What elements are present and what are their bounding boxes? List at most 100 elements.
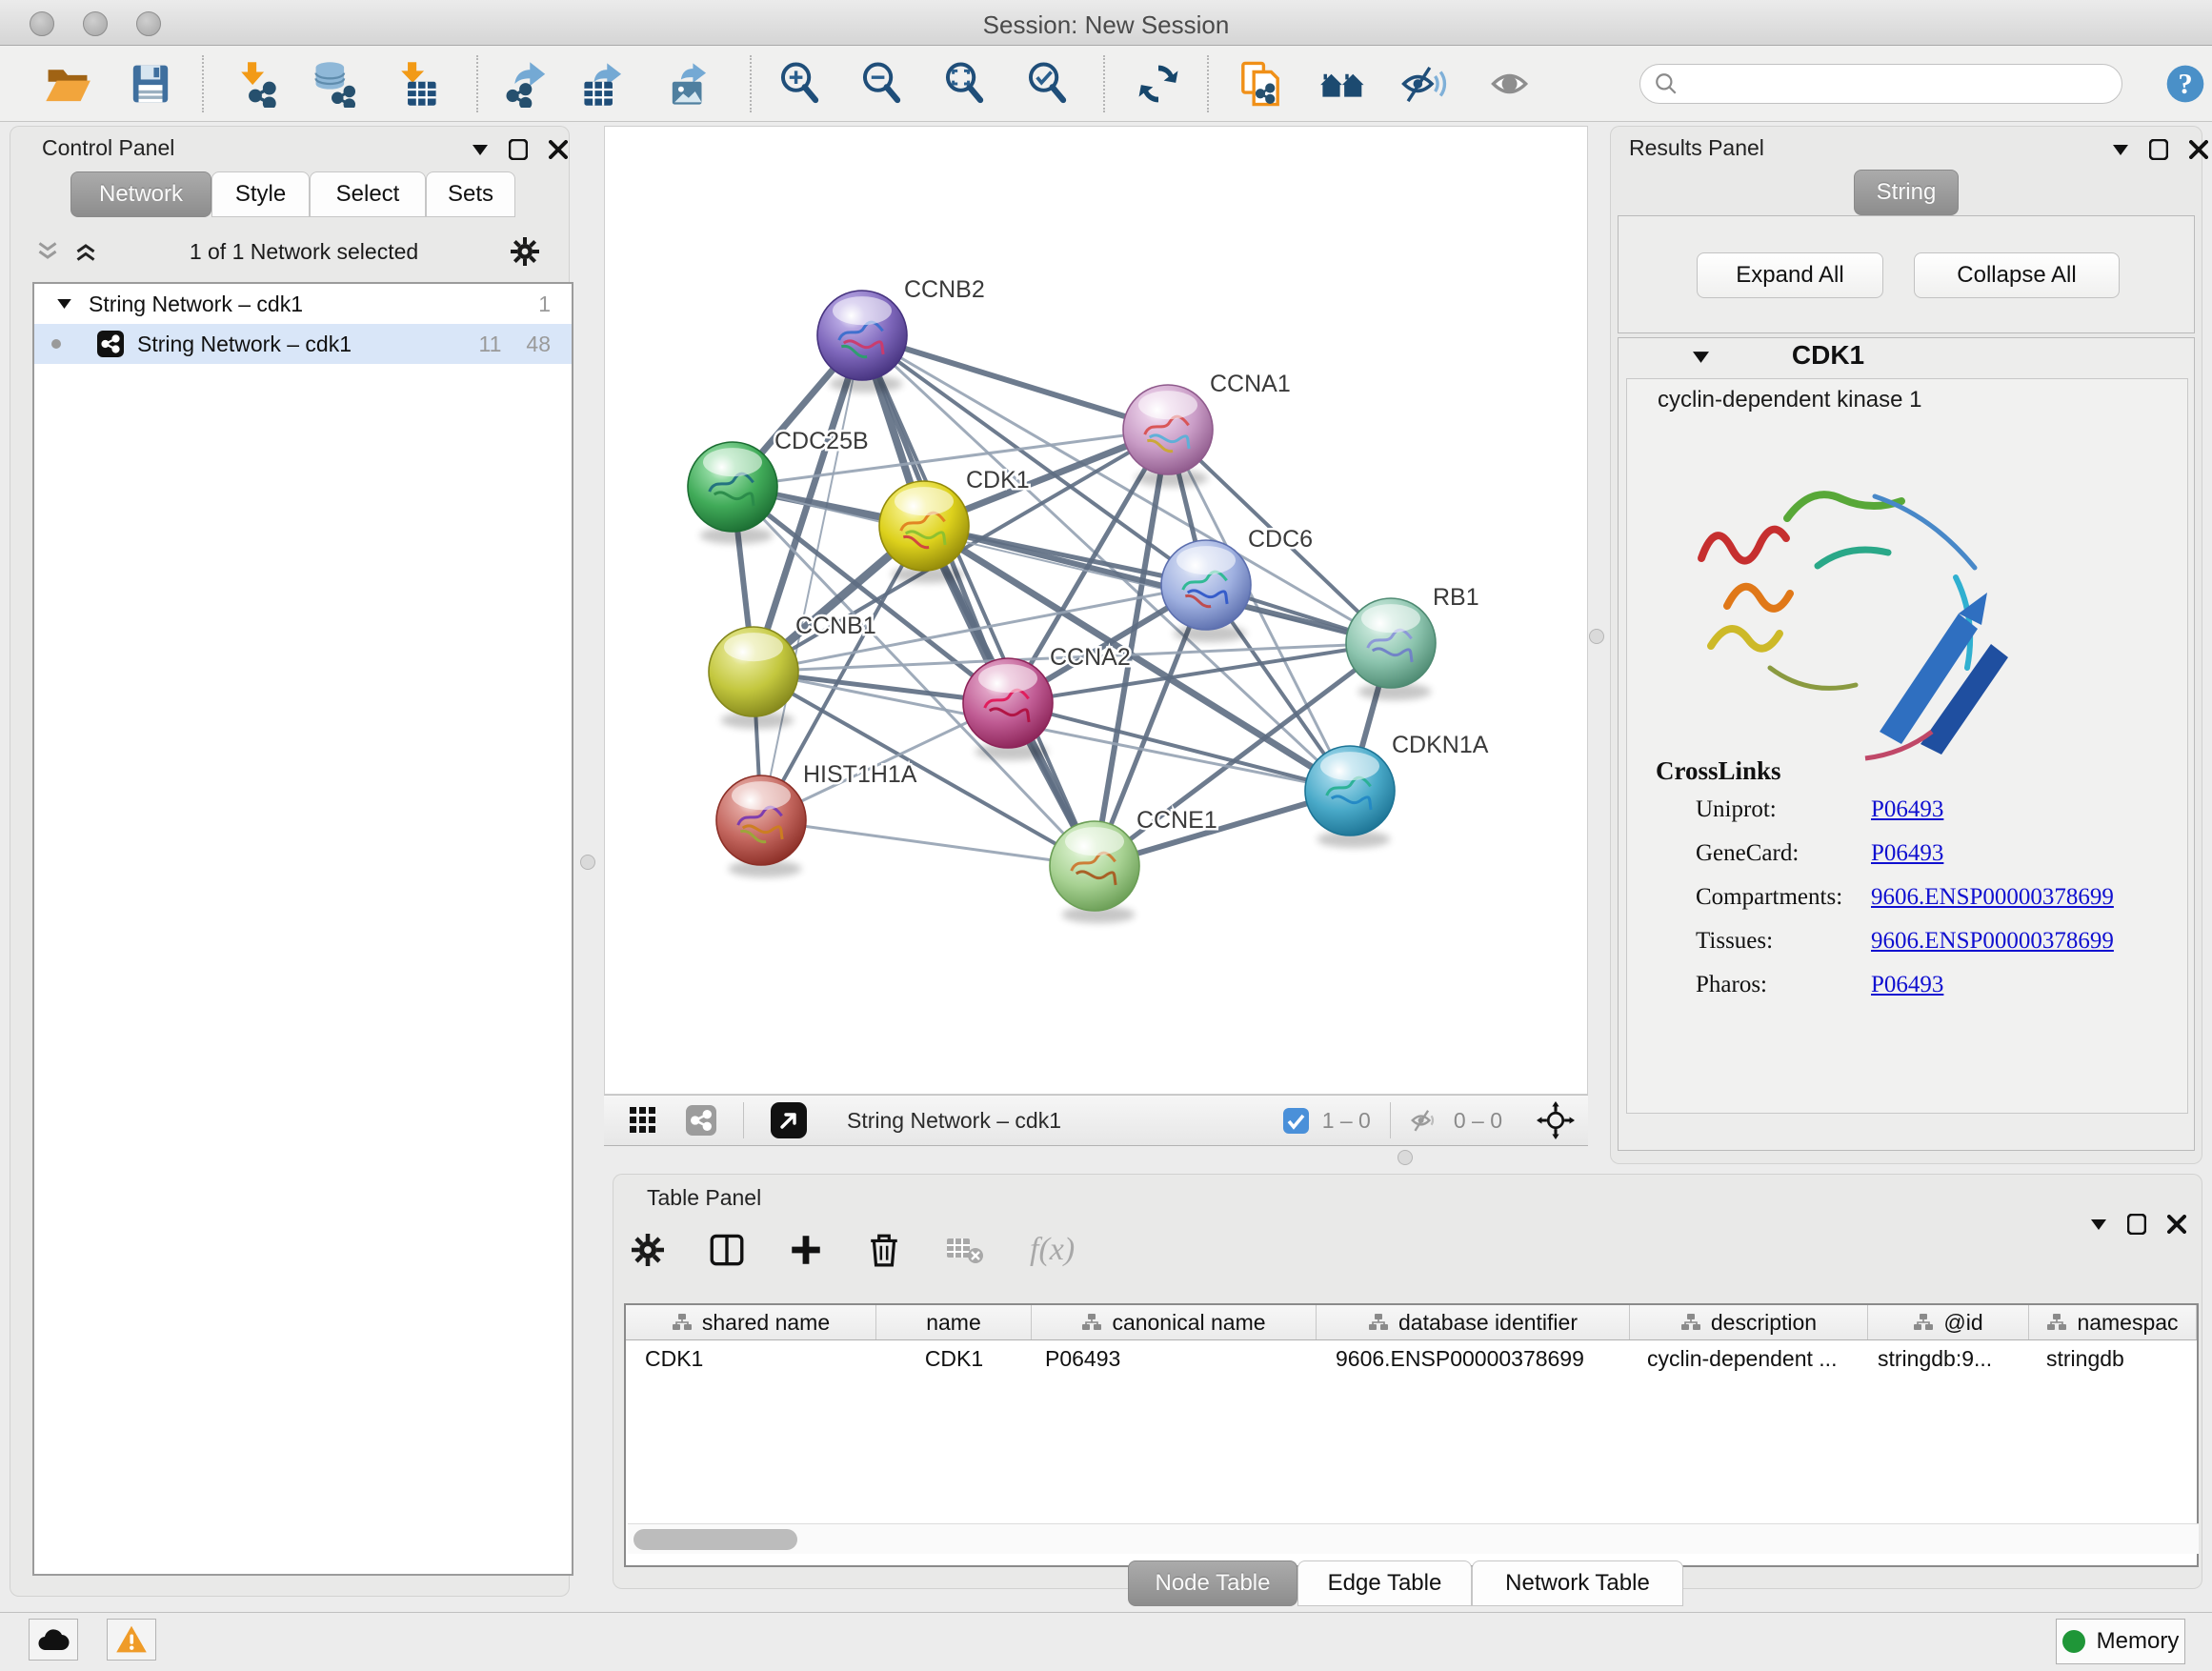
export-image-button[interactable] [663,57,716,111]
close-panel-icon[interactable] [549,140,568,159]
bottom-splitter-handle[interactable] [1398,1150,1413,1165]
table-cell[interactable]: 9606.ENSP00000378699 [1317,1346,1630,1372]
table-cell[interactable]: P06493 [1032,1346,1317,1372]
birdseye-view-button[interactable] [771,1102,807,1138]
float-panel-icon[interactable] [2149,139,2168,160]
delete-table-icon[interactable] [946,1235,984,1265]
refresh-button[interactable] [1132,57,1185,111]
network-row[interactable]: String Network – cdk1 11 48 [34,324,572,364]
collection-name: String Network – cdk1 [89,292,303,317]
open-session-button[interactable] [41,57,94,111]
tab-string[interactable]: String [1854,170,1959,215]
network-edge-HIST1H1A-CCNE1[interactable] [761,820,1095,866]
expand-all-button[interactable]: Expand All [1697,252,1883,298]
column-header-canonical-name[interactable]: canonical name [1032,1305,1317,1339]
zoom-out-button[interactable] [855,57,908,111]
crosslink-link[interactable]: P06493 [1871,796,1943,823]
selected-checkbox-icon[interactable] [1283,1108,1309,1134]
search-input[interactable] [1679,71,2098,96]
column-header-shared-name[interactable]: shared name [626,1305,876,1339]
import-network-file-button[interactable] [229,57,282,111]
network-collection-row[interactable]: String Network – cdk1 1 [34,284,572,324]
collapse-panel-icon[interactable] [473,145,488,155]
table-row[interactable]: CDK1CDK1P064939606.ENSP00000378699cyclin… [626,1340,2197,1377]
help-button[interactable]: ? [2159,57,2212,111]
collapse-panel-icon[interactable] [2091,1219,2106,1230]
table-cell[interactable]: CDK1 [626,1346,876,1372]
protein-expander-icon[interactable] [1693,352,1709,363]
collapse-all-tree-icon[interactable] [74,241,97,262]
crosslink-link[interactable]: P06493 [1871,972,1943,998]
export-network-button[interactable] [501,57,554,111]
float-panel-icon[interactable] [509,139,528,160]
tree-expander-icon[interactable] [57,299,71,309]
nested-network-button[interactable] [1317,57,1370,111]
network-node-CCNB2[interactable]: CCNB2 [817,276,985,393]
search-box[interactable] [1639,64,2122,104]
zoom-fit-button[interactable] [937,57,991,111]
tab-select[interactable]: Select [310,171,426,217]
tab-network[interactable]: Network [70,171,211,217]
save-session-button[interactable] [124,57,177,111]
tab-node-table[interactable]: Node Table [1128,1560,1297,1606]
import-table-button[interactable] [389,57,442,111]
warnings-button[interactable] [107,1619,156,1661]
tab-network-table[interactable]: Network Table [1472,1560,1683,1606]
function-builder-button[interactable]: f(x) [1030,1232,1075,1268]
network-node-RB1[interactable]: RB1 [1346,584,1479,700]
tab-sets[interactable]: Sets [426,171,515,217]
add-column-icon[interactable] [790,1234,822,1266]
show-graphics-button[interactable] [1486,57,1539,111]
zoom-in-icon [775,60,823,108]
column-header--id[interactable]: @id [1868,1305,2029,1339]
zoom-in-button[interactable] [773,57,826,111]
grid-view-icon[interactable] [629,1106,657,1135]
table-cell[interactable]: stringdb [2029,1346,2197,1372]
column-header-description[interactable]: description [1630,1305,1868,1339]
protein-details: cyclin-dependent kinase 1 Cro [1626,378,2188,1114]
table-hscrollbar-thumb[interactable] [633,1529,797,1550]
table-gear-icon[interactable] [632,1234,664,1266]
table-cell[interactable]: CDK1 [876,1346,1032,1372]
import-network-database-button[interactable] [309,57,362,111]
collapse-all-button[interactable]: Collapse All [1914,252,2120,298]
close-panel-icon[interactable] [2167,1215,2186,1234]
network-view[interactable]: CCNB2CCNA1CDC25BCDK1CDC6RB1CCNB1CCNA2CDK… [605,127,1587,1094]
delete-column-icon[interactable] [868,1233,900,1267]
network-node-HIST1H1A[interactable]: HIST1H1A [716,761,917,877]
zoom-selected-button[interactable] [1020,57,1074,111]
column-header-name[interactable]: name [876,1305,1032,1339]
share-view-icon[interactable] [686,1105,716,1136]
export-table-button[interactable] [578,57,632,111]
crosslink-link[interactable]: 9606.ENSP00000378699 [1871,928,2114,955]
expand-all-tree-icon[interactable] [36,241,59,262]
column-header-namespac[interactable]: namespac [2029,1305,2197,1339]
collapse-panel-icon[interactable] [2113,145,2128,155]
table-cell[interactable]: stringdb:9... [1868,1346,2029,1372]
close-panel-icon[interactable] [2189,140,2208,159]
table-cell[interactable]: cyclin-dependent ... [1630,1346,1868,1372]
left-splitter-handle[interactable] [580,855,595,870]
network-node-CDC25B[interactable]: CDC25B [688,428,869,544]
clone-network-button[interactable] [1234,57,1287,111]
memory-button[interactable]: Memory [2056,1619,2185,1664]
crosslink-link[interactable]: 9606.ENSP00000378699 [1871,884,2114,911]
network-node-CCNB1[interactable]: CCNB1 [709,613,876,729]
tab-edge-table[interactable]: Edge Table [1297,1560,1472,1606]
float-panel-icon[interactable] [2127,1214,2146,1235]
cloud-status-button[interactable] [29,1619,78,1661]
network-canvas[interactable]: CCNB2CCNA1CDC25BCDK1CDC6RB1CCNB1CCNA2CDK… [604,126,1588,1095]
hidden-eye-slash-icon[interactable] [1408,1106,1440,1135]
column-header-database-identifier[interactable]: database identifier [1317,1305,1630,1339]
show-columns-icon[interactable] [710,1233,744,1267]
gear-icon[interactable] [511,237,539,266]
fit-crosshair-icon[interactable] [1537,1101,1575,1139]
right-splitter-handle[interactable] [1589,629,1604,644]
tab-style[interactable]: Style [211,171,310,217]
gray-eye-icon [1489,60,1537,108]
crosslink-link[interactable]: P06493 [1871,840,1943,867]
table-hscrollbar[interactable] [628,1523,2199,1554]
hide-selected-button[interactable] [1397,57,1450,111]
network-edge-CCNB2-CCNA1[interactable] [862,335,1168,430]
network-node-CDKN1A[interactable]: CDKN1A [1305,732,1489,848]
